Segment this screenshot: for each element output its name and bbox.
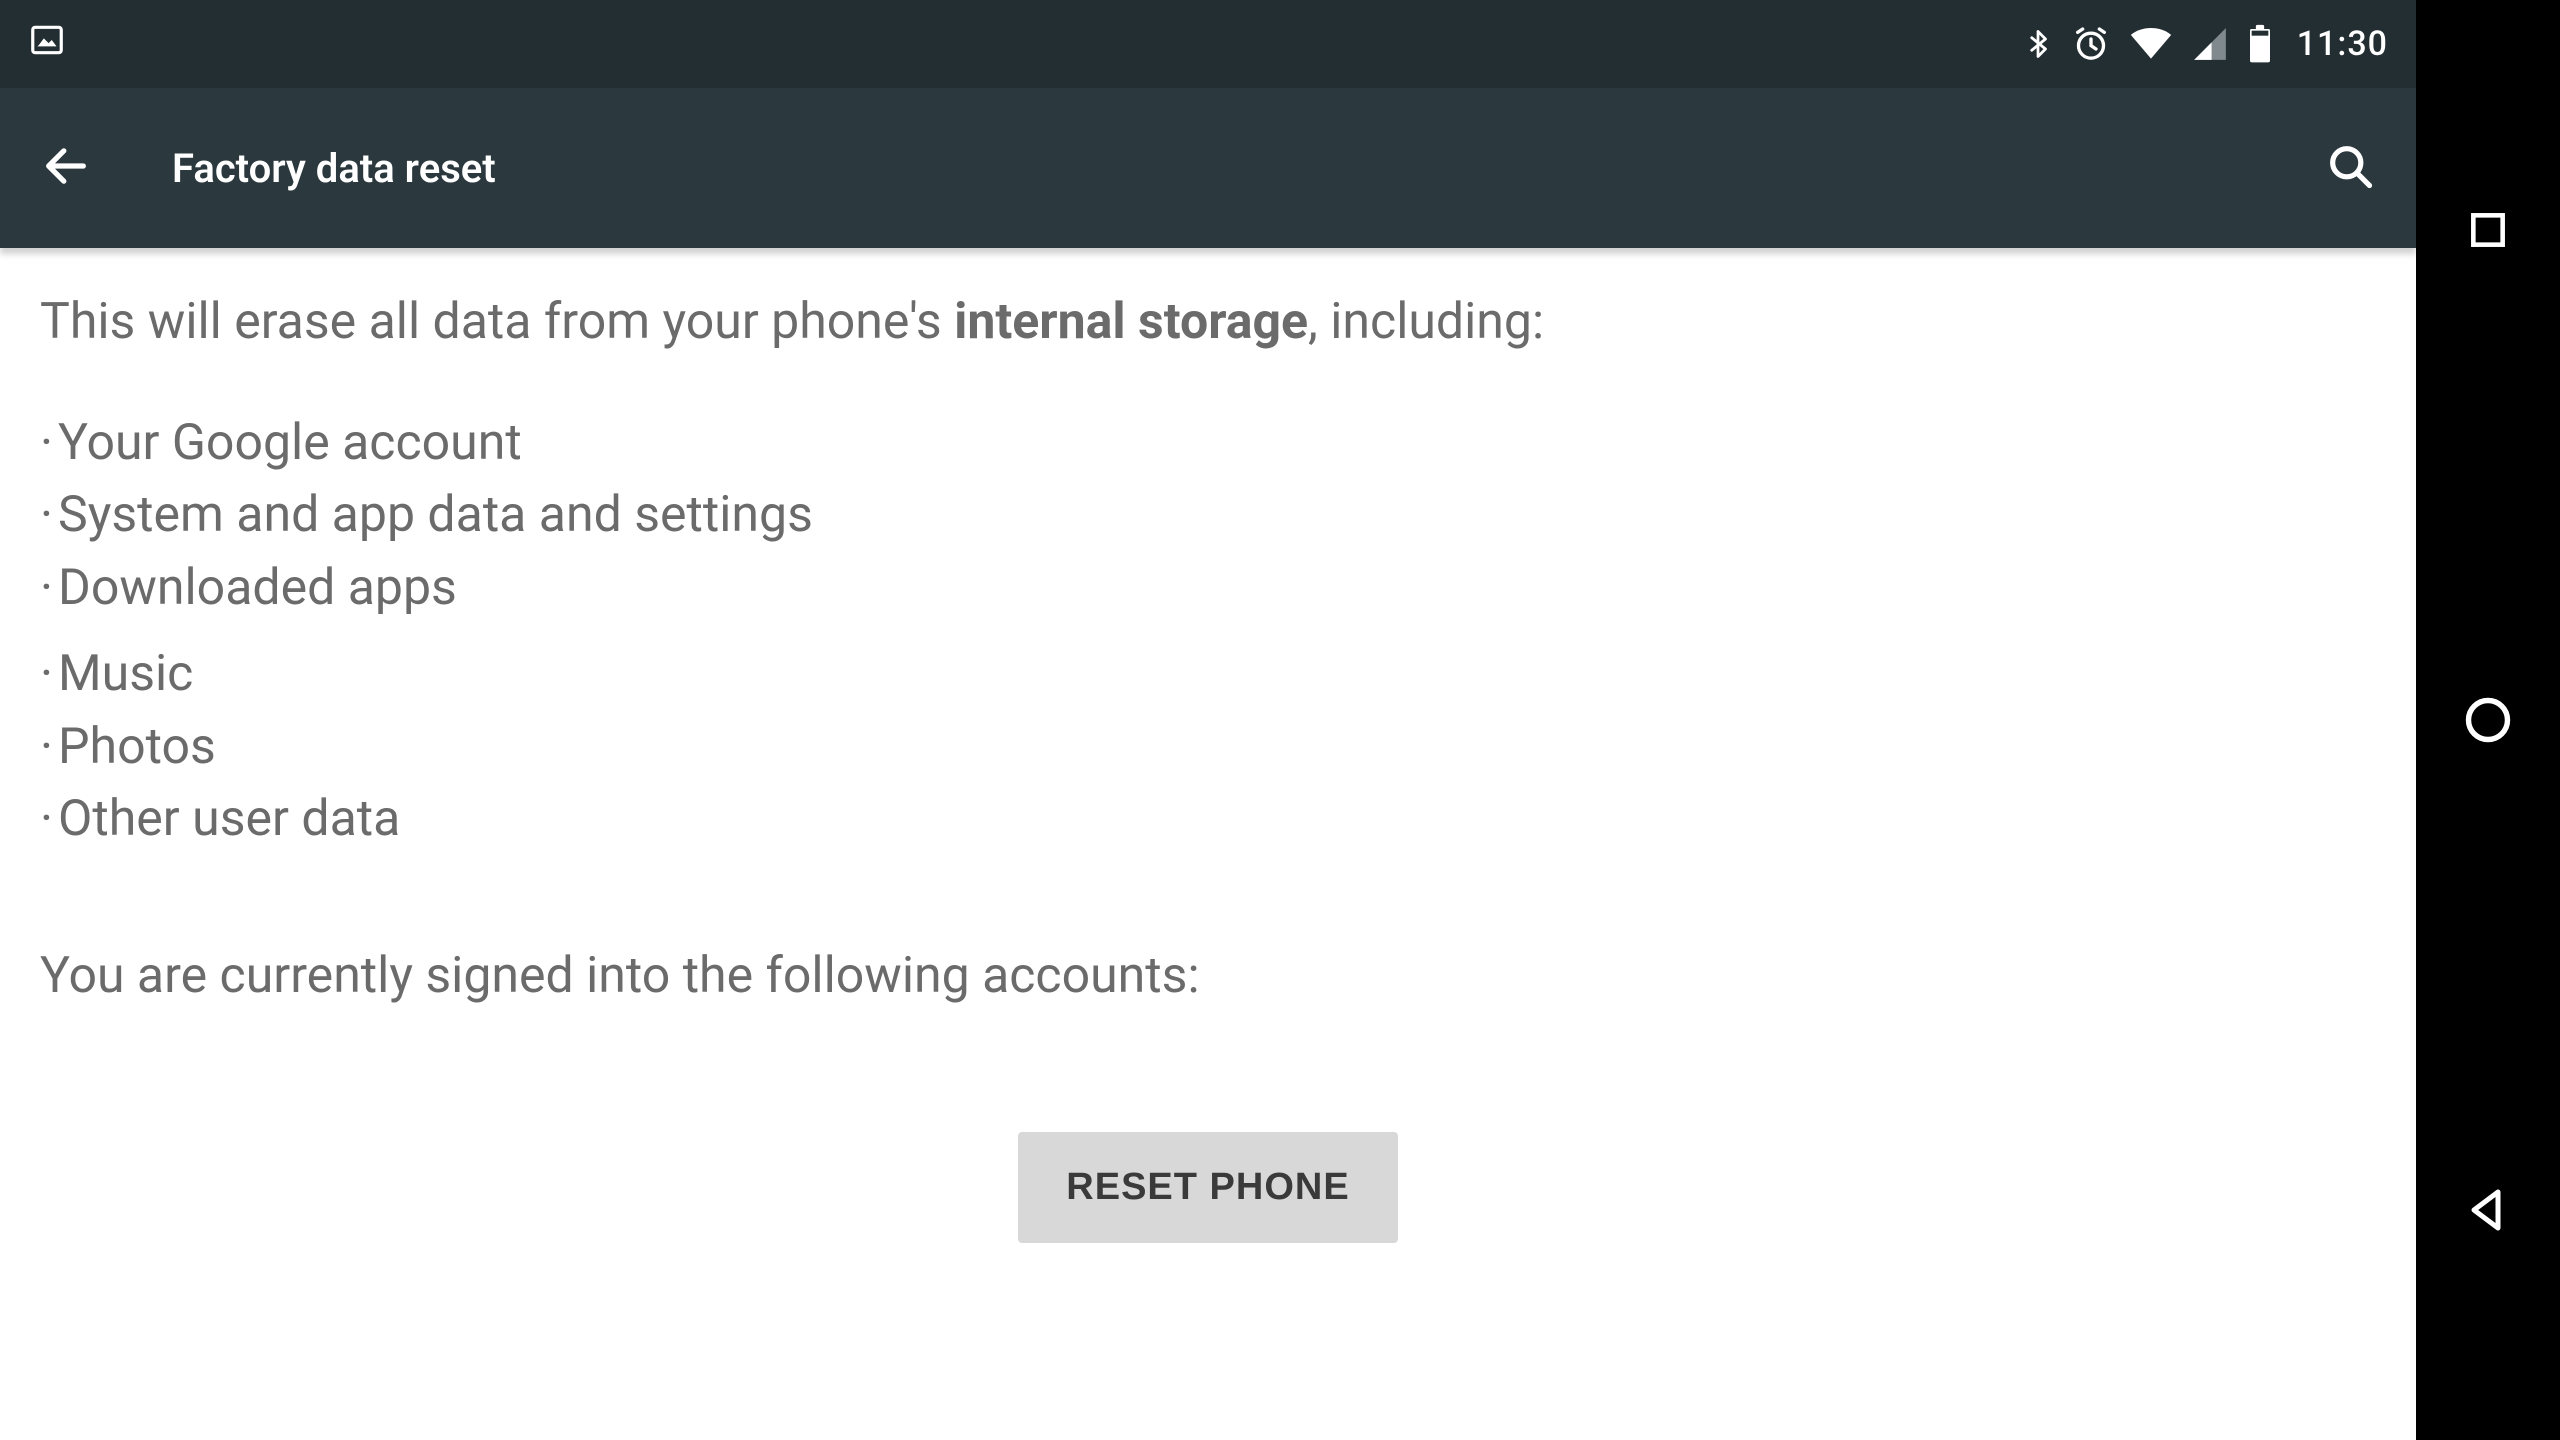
recents-button[interactable] (2458, 200, 2518, 260)
list-item: Music (58, 638, 193, 711)
page-title: Factory data reset (172, 145, 496, 192)
search-icon[interactable] (2324, 140, 2376, 196)
list-item: Downloaded apps (58, 552, 457, 625)
intro-prefix: This will erase all data from your phone… (40, 293, 954, 351)
list-item: Your Google account (58, 407, 522, 480)
list-item: System and app data and settings (58, 479, 813, 552)
intro-suffix: , including: (1308, 293, 1544, 351)
content: This will erase all data from your phone… (0, 248, 2416, 1440)
erase-list: ·Your Google account ·System and app dat… (40, 407, 2376, 856)
back-icon[interactable] (40, 140, 92, 196)
wifi-icon (2129, 25, 2173, 63)
battery-icon (2247, 24, 2273, 64)
intro-text: This will erase all data from your phone… (40, 286, 2376, 359)
android-nav-bar (2416, 0, 2560, 1440)
home-button[interactable] (2458, 690, 2518, 750)
bluetooth-icon (2023, 23, 2053, 65)
intro-strong: internal storage (954, 293, 1308, 351)
screenshot-notification-icon (28, 21, 66, 68)
accounts-line: You are currently signed into the follow… (40, 940, 2376, 1013)
alarm-icon (2071, 24, 2111, 64)
list-item: Photos (58, 711, 216, 784)
status-bar: 11:30 (0, 0, 2416, 88)
cellular-signal-icon (2191, 25, 2229, 63)
status-time: 11:30 (2297, 24, 2388, 64)
list-item: Other user data (58, 783, 400, 856)
reset-phone-button[interactable]: RESET PHONE (1018, 1132, 1397, 1243)
back-nav-button[interactable] (2458, 1180, 2518, 1240)
app-bar: Factory data reset (0, 88, 2416, 248)
